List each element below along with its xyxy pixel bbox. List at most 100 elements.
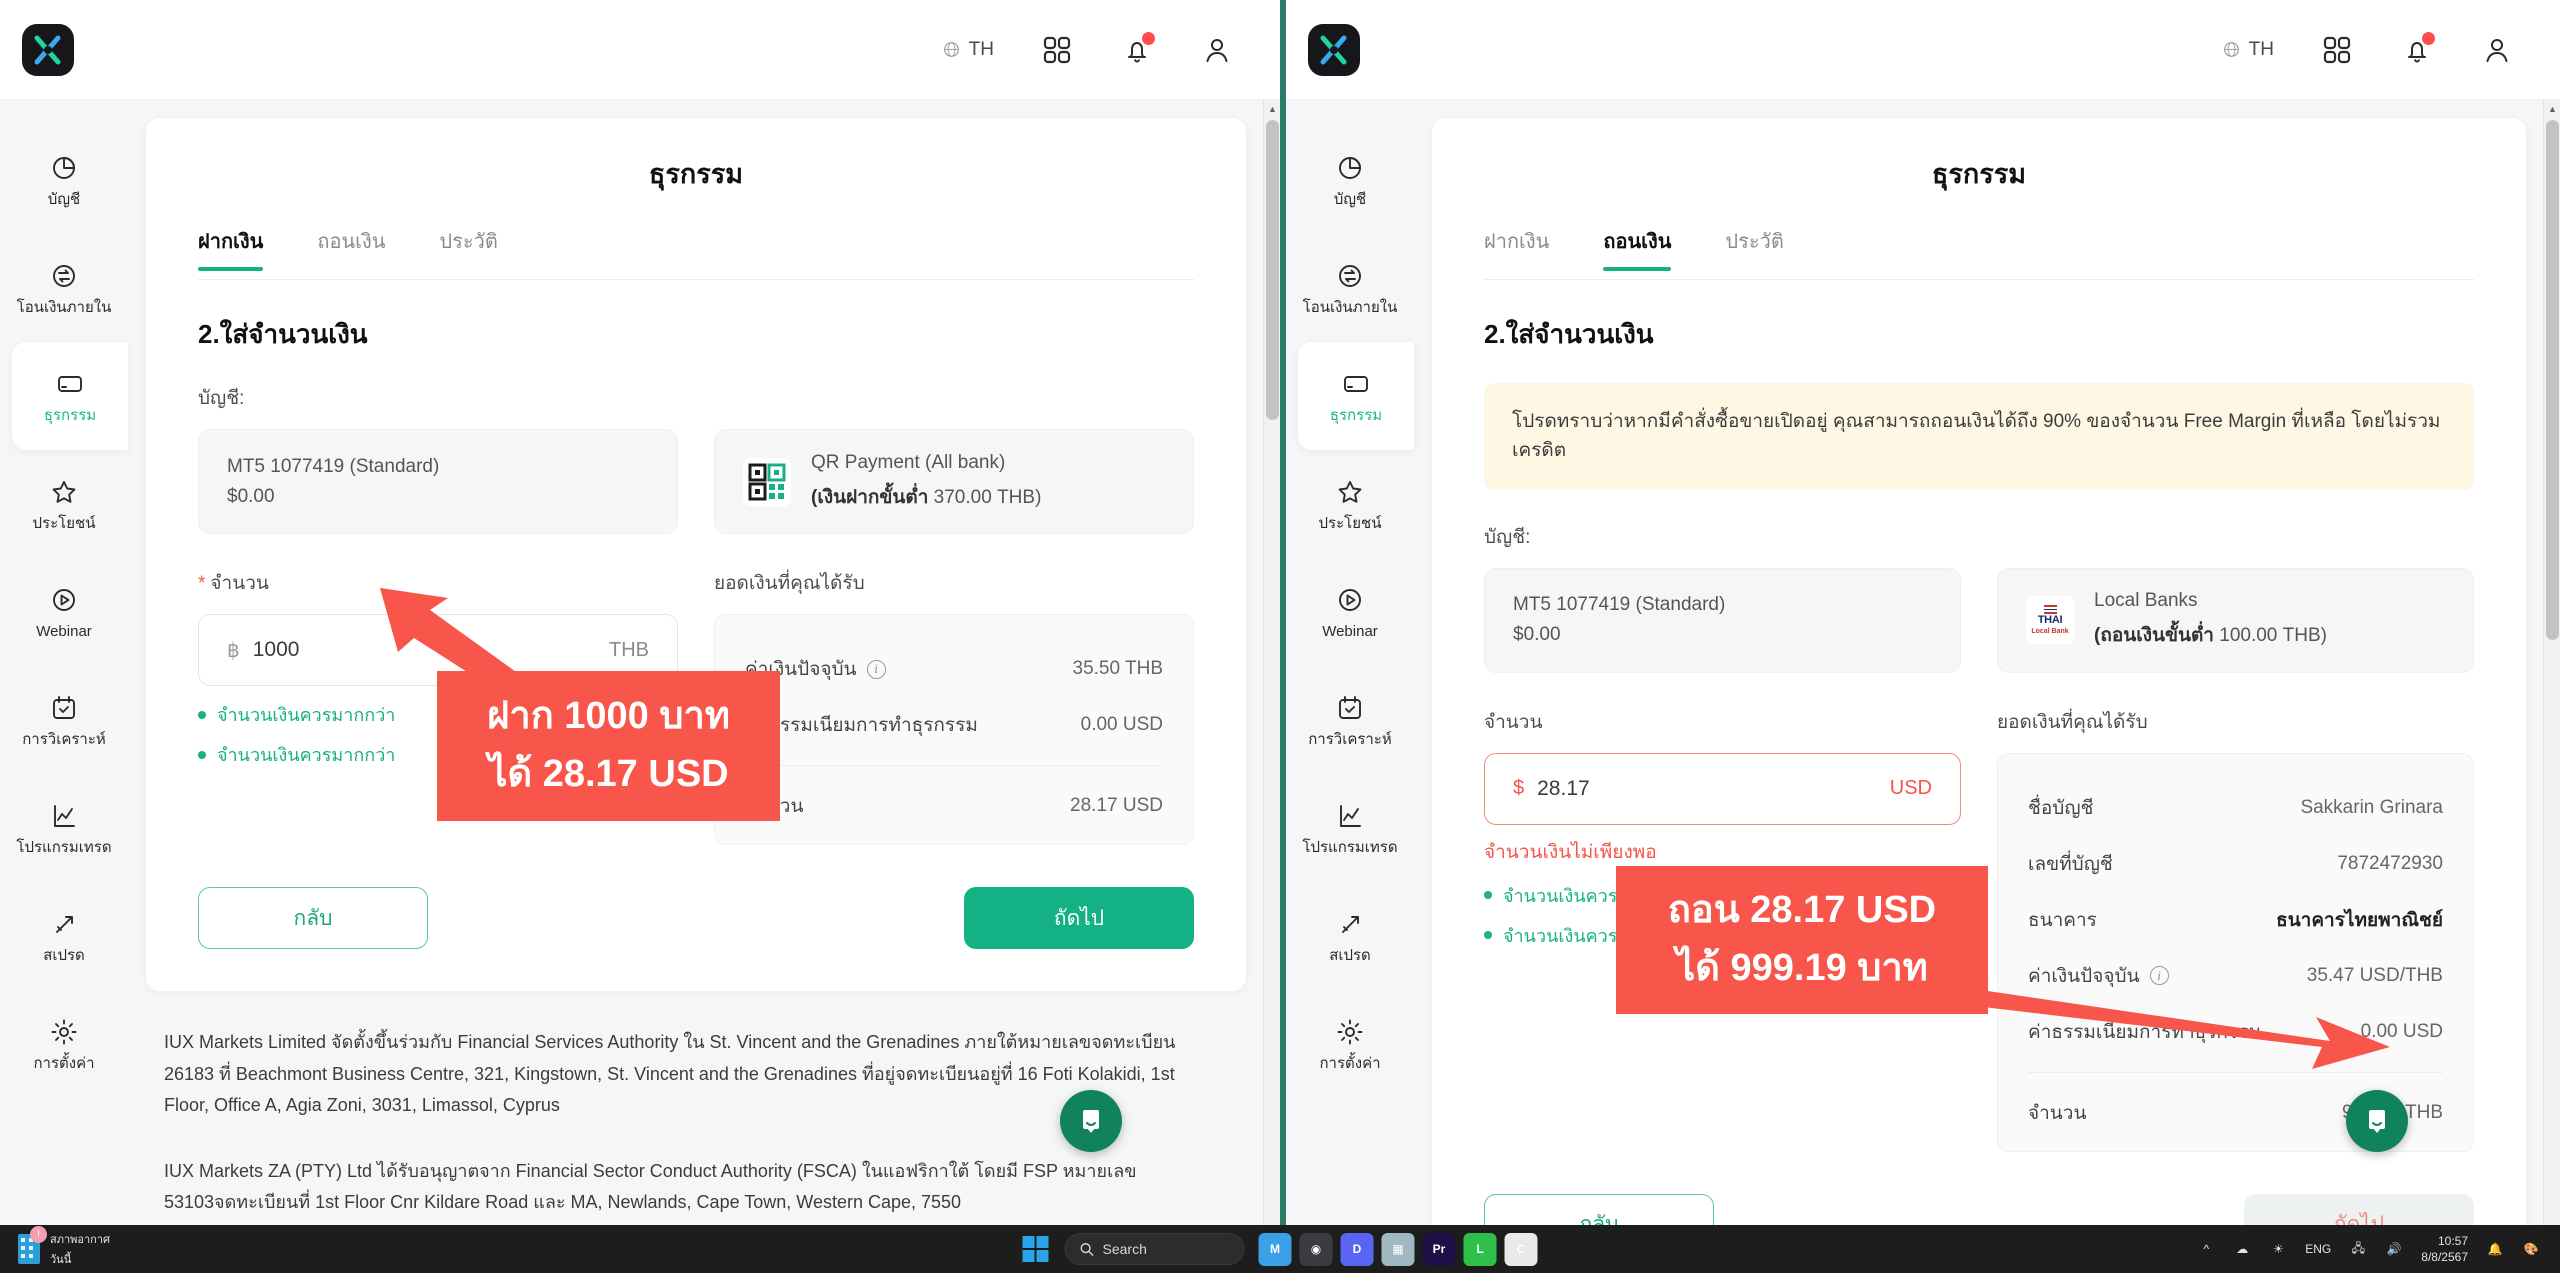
keyboard-language[interactable]: ENG — [2305, 1242, 2331, 1256]
chat-support-button[interactable] — [1060, 1090, 1122, 1152]
spread-arrow-icon — [1335, 909, 1365, 939]
sidebar-item-ประโยชน์[interactable]: ประโยชน์ — [0, 450, 128, 558]
app-topbar-right: TH — [1286, 0, 2560, 100]
amount-value: 1000 — [252, 638, 300, 661]
line-icon[interactable]: L — [1463, 1232, 1497, 1266]
topbar-actions-left: TH — [943, 31, 1280, 67]
paint-app-icon[interactable]: 🎨 — [2522, 1240, 2540, 1258]
tab-ประวัติ[interactable]: ประวัติ — [439, 225, 497, 271]
info-icon[interactable]: i — [2149, 966, 2169, 986]
sidebar-item-การตั้งค่า[interactable]: การตั้งค่า — [0, 990, 128, 1098]
chat-support-button[interactable] — [2346, 1090, 2408, 1152]
sidebar-item-label: โอนเงินภายใน — [16, 299, 112, 316]
currency-symbol: ฿ — [227, 639, 240, 662]
tab-ฝากเงิน[interactable]: ฝากเงิน — [198, 225, 264, 271]
disclaimer-paragraph: IUX Markets Limited จัดตั้งขึ้นร่วมกับ F… — [164, 1032, 1176, 1115]
cloud-icon[interactable]: ☁ — [2233, 1240, 2251, 1258]
summary-value: ธนาคารไทยพาณิชย์ — [2276, 909, 2443, 931]
notification-bell-icon[interactable] — [2400, 31, 2435, 67]
browser-window-right: TH บัญชี โอนเงินภายใน ธุรกรรม ประโยชน์ W… — [1286, 0, 2560, 1225]
scrollbar-left[interactable]: ▲ ▼ — [1263, 100, 1280, 1225]
iux-logo-icon[interactable] — [1308, 23, 1360, 76]
summary-box: ชื่อบัญชี Sakkarin Grinara เลขที่บัญชี 78… — [1997, 752, 2474, 1152]
language-selector[interactable]: TH — [943, 39, 994, 61]
sidebar-item-สเปรด[interactable]: สเปรด — [1286, 882, 1414, 990]
brightness-icon[interactable]: ☀ — [2269, 1240, 2287, 1258]
next-button[interactable]: ถัดไป — [2244, 1193, 2474, 1225]
calendar-check-icon — [1335, 693, 1365, 723]
grid-apps-icon[interactable] — [2320, 33, 2354, 67]
sidebar-item-การวิเคราะห์[interactable]: การวิเคราะห์ — [1286, 666, 1414, 774]
sidebar-item-ธุรกรรม[interactable]: ธุรกรรม — [1298, 342, 1414, 450]
sidebar-item-โปรแกรมเทรด[interactable]: โปรแกรมเทรด — [1286, 774, 1414, 882]
tab-ถอนเงิน[interactable]: ถอนเงิน — [1603, 225, 1672, 271]
summary-key: ค่าธรรมเนียมการทำธุรกรรม — [2028, 1021, 2261, 1043]
taskbar-search[interactable]: Search — [1064, 1233, 1245, 1265]
language-selector[interactable]: TH — [2223, 39, 2274, 61]
sidebar-item-การวิเคราะห์[interactable]: การวิเคราะห์ — [0, 666, 128, 774]
sidebar-item-label: ประโยชน์ — [1318, 515, 1382, 532]
tray-chevron-up-icon[interactable]: ^ — [2197, 1240, 2215, 1258]
payment-method-select[interactable]: THAI Local Bank Local Banks (ถอนเงินขั้น… — [1997, 567, 2474, 673]
calculator-icon[interactable]: ▦ — [1381, 1232, 1415, 1266]
metatrader-icon[interactable]: M — [1258, 1232, 1292, 1266]
sidebar-item-label: Webinar — [1322, 623, 1378, 640]
clock[interactable]: 10:57 8/8/2567 — [2421, 1233, 2468, 1265]
sidebar-item-โอนเงินภายใน[interactable]: โอนเงินภายใน — [1286, 234, 1414, 342]
sidebar-item-label: โปรแกรมเทรด — [1302, 839, 1398, 856]
sidebar-item-การตั้งค่า[interactable]: การตั้งค่า — [1286, 990, 1414, 1098]
amount-value: 28.17 — [1537, 776, 1590, 800]
next-button[interactable]: ถัดไป — [964, 887, 1194, 949]
sidebar-left: บัญชี โอนเงินภายใน ธุรกรรม ประโยชน์ Webi… — [0, 100, 128, 1225]
user-avatar-icon[interactable] — [1200, 33, 1234, 67]
account-balance: $0.00 — [227, 485, 275, 507]
scroll-up-arrow[interactable]: ▲ — [2544, 100, 2560, 117]
sidebar-item-Webinar[interactable]: Webinar — [1286, 558, 1414, 666]
thai-local-bank-icon: THAI Local Bank — [2026, 596, 2074, 645]
iux-logo-icon[interactable] — [22, 23, 74, 76]
sidebar-item-label: บัญชี — [1333, 191, 1367, 208]
summary-value: 0.00 USD — [2360, 1020, 2443, 1042]
amount-input[interactable]: $ 28.17 USD — [1484, 752, 1961, 825]
back-button[interactable]: กลับ — [198, 887, 428, 949]
windows-start-icon[interactable] — [1022, 1236, 1049, 1262]
sidebar-item-โปรแกรมเทรด[interactable]: โปรแกรมเทรด — [0, 774, 128, 882]
weather-widget[interactable]: ! สภาพอากาศ วันนี้ — [0, 1226, 110, 1268]
tab-ถอนเงิน[interactable]: ถอนเงิน — [317, 225, 385, 271]
back-button[interactable]: กลับ — [1484, 1193, 1714, 1225]
scroll-up-arrow[interactable]: ▲ — [1264, 100, 1280, 117]
account-name: MT5 1077419 (Standard) — [1513, 594, 1726, 616]
user-avatar-icon[interactable] — [2480, 33, 2514, 67]
grid-apps-icon[interactable] — [1040, 33, 1074, 67]
account-select[interactable]: MT5 1077419 (Standard) $0.00 — [198, 429, 678, 534]
weather-alert-badge: ! — [30, 1226, 47, 1243]
taskbar-center: Search M ◉ D ▦ Pr L C — [1022, 1232, 1538, 1266]
network-icon[interactable]: 🖧 — [2349, 1240, 2367, 1258]
chrome-icon[interactable]: C — [1504, 1232, 1538, 1266]
sidebar-item-โอนเงินภายใน[interactable]: โอนเงินภายใน — [0, 234, 128, 342]
payment-method-select[interactable]: QR Payment (All bank) (เงินฝากขั้นต่ำ 37… — [714, 429, 1194, 534]
action-buttons-right: กลับ ถัดไป — [1484, 1193, 2474, 1225]
summary-value: 7872472930 — [2337, 852, 2443, 874]
sidebar-item-บัญชี[interactable]: บัญชี — [0, 126, 128, 234]
notification-bell-icon[interactable] — [1120, 31, 1155, 67]
sidebar-item-ธุรกรรม[interactable]: ธุรกรรม — [12, 342, 128, 450]
sidebar-item-สเปรด[interactable]: สเปรด — [0, 882, 128, 990]
obs-icon[interactable]: ◉ — [1299, 1232, 1333, 1266]
sidebar-item-ประโยชน์[interactable]: ประโยชน์ — [1286, 450, 1414, 558]
sidebar-item-บัญชี[interactable]: บัญชี — [1286, 126, 1414, 234]
info-icon[interactable]: i — [866, 659, 886, 679]
step-title: 2.ใส่จำนวนเงิน — [1484, 319, 1654, 349]
scroll-thumb[interactable] — [1266, 120, 1279, 420]
premiere-pro-icon[interactable]: Pr — [1422, 1232, 1456, 1266]
tab-ประวัติ[interactable]: ประวัติ — [1725, 225, 1783, 271]
scrollbar-right[interactable]: ▲ ▼ — [2543, 100, 2560, 1225]
notification-bell-icon[interactable]: 🔔 — [2486, 1240, 2504, 1258]
page-body-right: บัญชี โอนเงินภายใน ธุรกรรม ประโยชน์ Webi… — [1286, 100, 2560, 1225]
tab-ฝากเงิน[interactable]: ฝากเงิน — [1484, 225, 1549, 271]
discord-icon[interactable]: D — [1340, 1232, 1374, 1266]
sidebar-item-Webinar[interactable]: Webinar — [0, 558, 128, 666]
account-select[interactable]: MT5 1077419 (Standard) $0.00 — [1484, 567, 1961, 673]
volume-icon[interactable]: 🔊 — [2385, 1240, 2403, 1258]
scroll-thumb[interactable] — [2546, 120, 2559, 640]
